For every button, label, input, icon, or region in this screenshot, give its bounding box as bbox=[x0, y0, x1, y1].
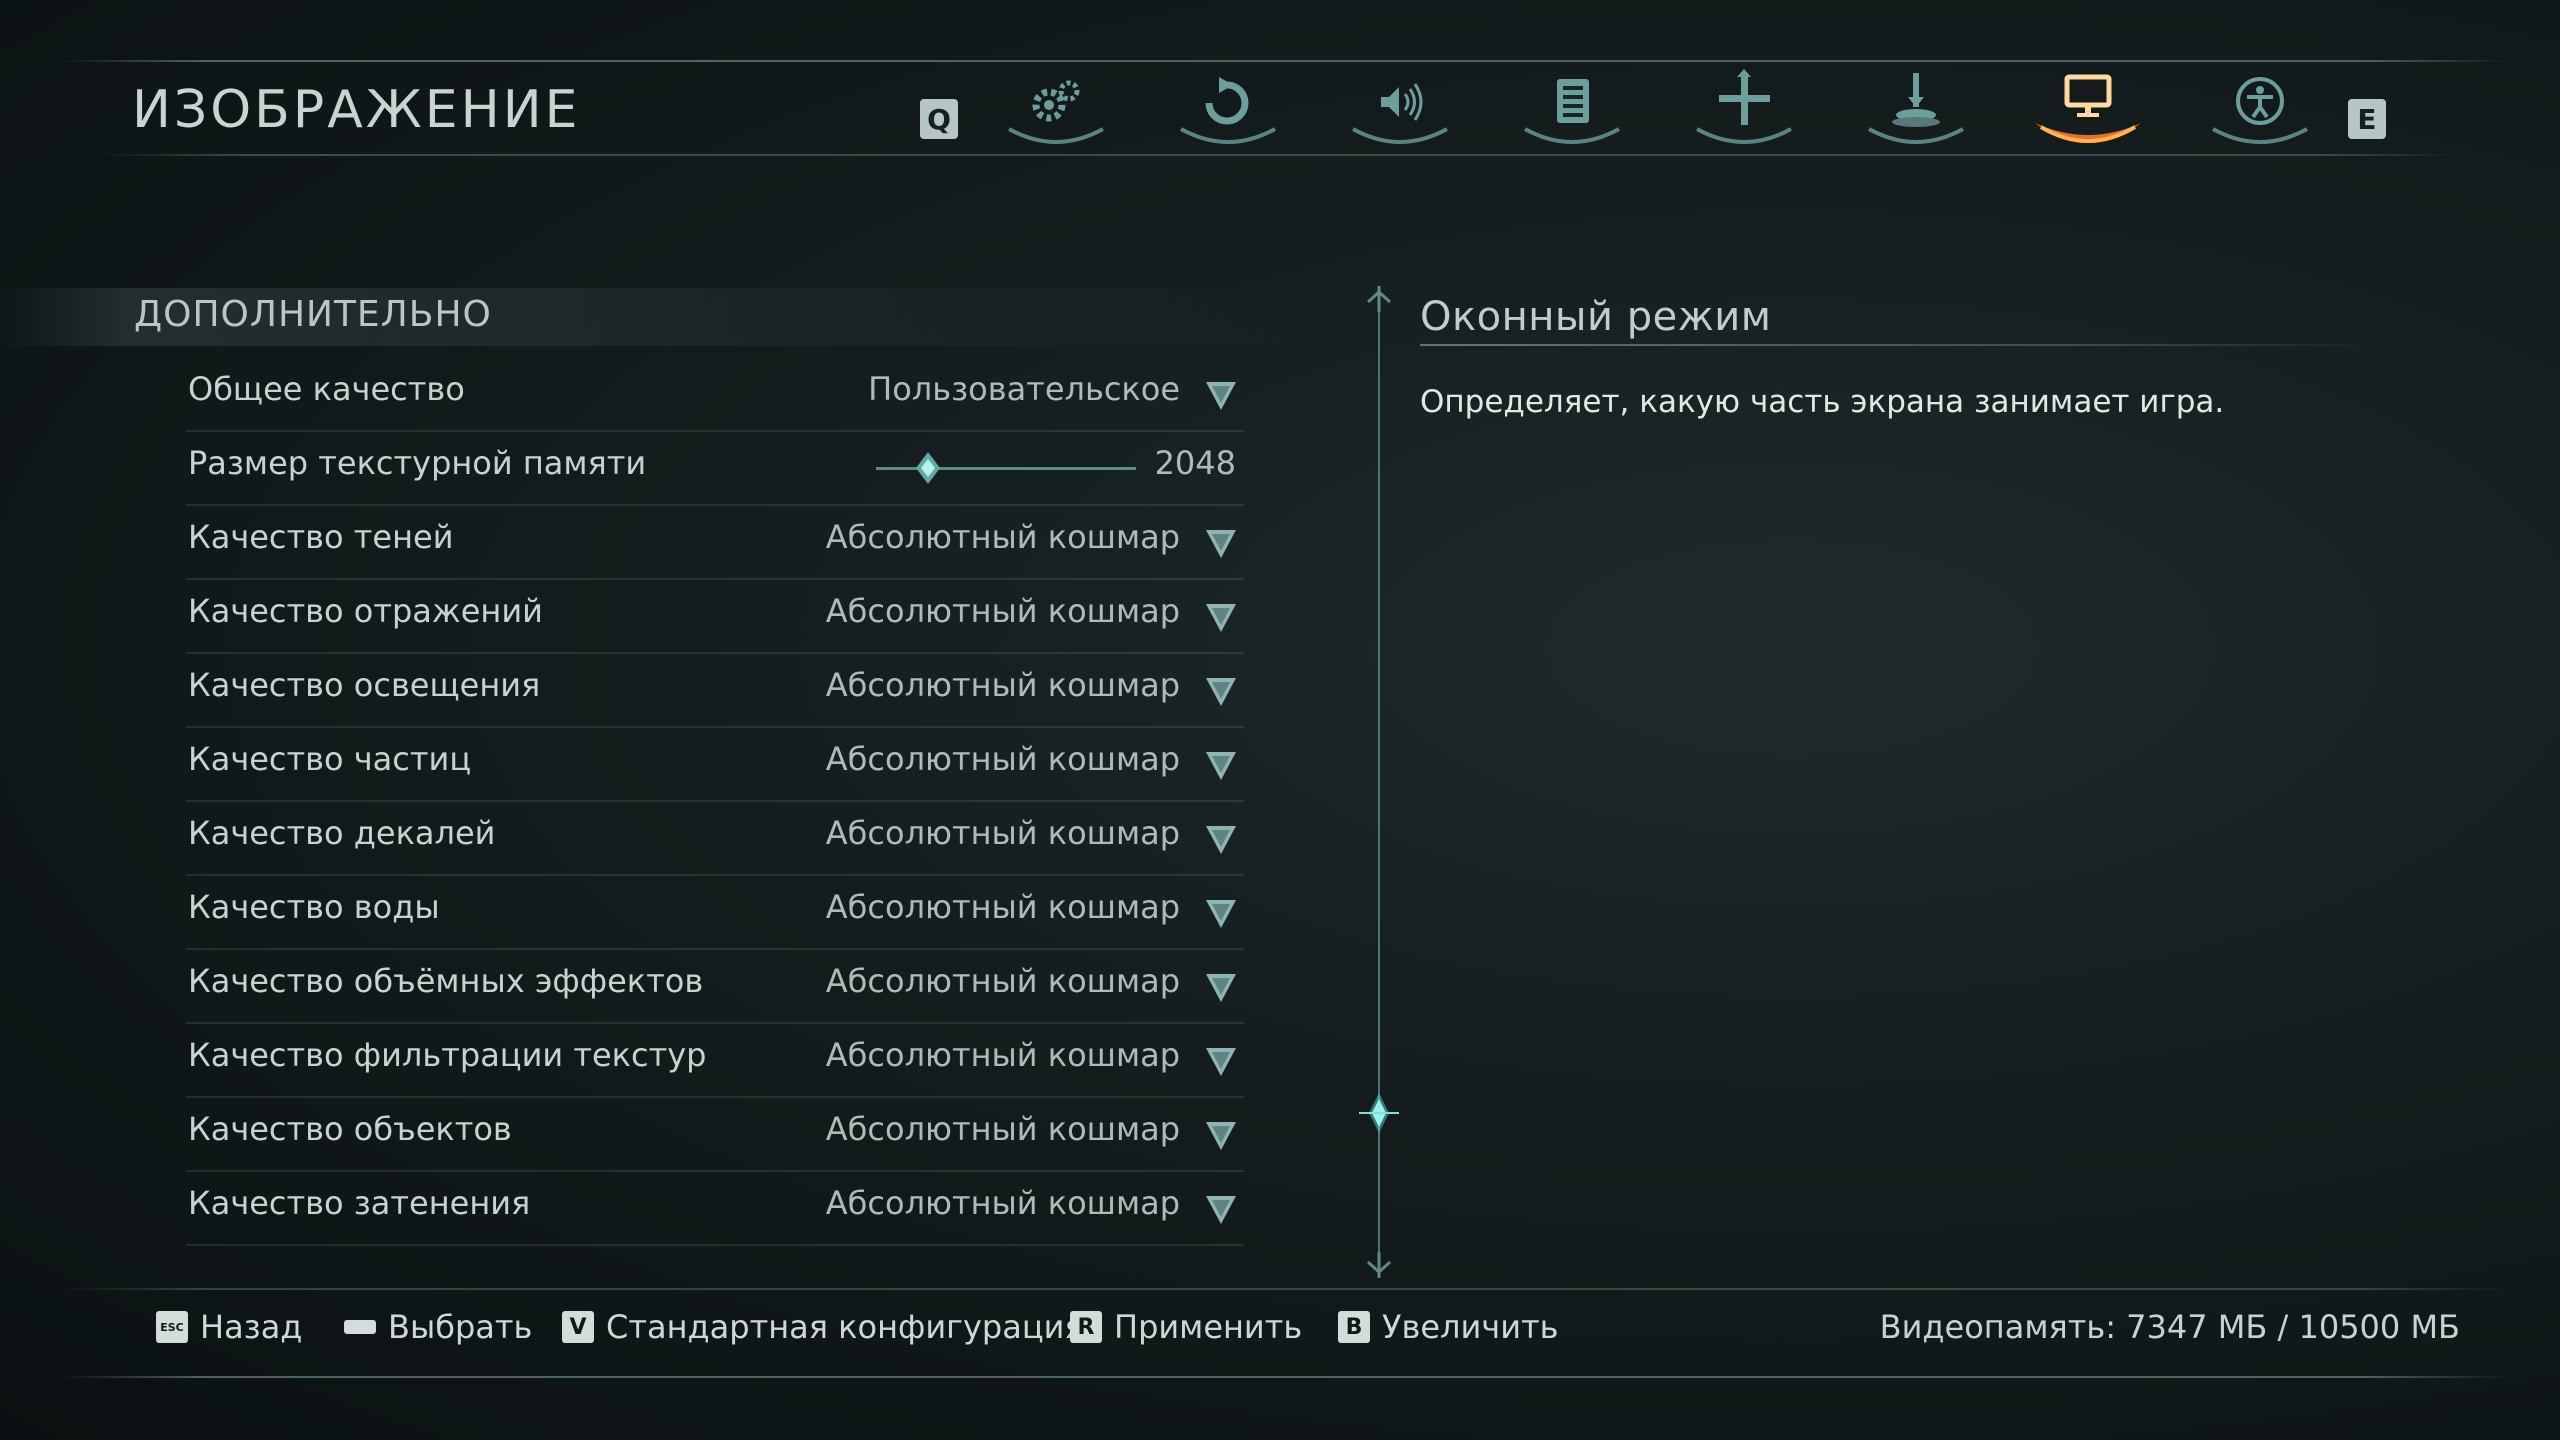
r-key-icon: R bbox=[1070, 1311, 1102, 1343]
dropdown-arrow-icon[interactable] bbox=[1204, 600, 1238, 634]
scroll-top-ornament bbox=[1366, 286, 1392, 312]
setting-value: Абсолютный кошмар bbox=[825, 962, 1180, 1000]
zoom-label: Увеличить bbox=[1382, 1308, 1559, 1346]
tab-display[interactable] bbox=[2022, 62, 2154, 152]
setting-label: Качество объёмных эффектов bbox=[188, 962, 704, 1000]
setting-row[interactable]: Качество отражений Абсолютный кошмар bbox=[186, 578, 1244, 654]
slider-handle[interactable] bbox=[910, 450, 946, 486]
dropdown-arrow-icon[interactable] bbox=[1204, 748, 1238, 782]
prev-tab-key[interactable]: Q bbox=[920, 99, 958, 139]
tab-gamepad[interactable] bbox=[1850, 62, 1982, 152]
setting-label: Качество затенения bbox=[188, 1184, 531, 1222]
select-label: Выбрать bbox=[388, 1308, 533, 1346]
dropdown-arrow-icon[interactable] bbox=[1204, 822, 1238, 856]
setting-value: Абсолютный кошмар bbox=[825, 518, 1180, 556]
header-underline bbox=[100, 154, 2460, 156]
setting-value: Абсолютный кошмар bbox=[825, 740, 1180, 778]
bottom-frame-line bbox=[60, 1376, 2510, 1378]
gears-icon bbox=[1008, 80, 1104, 144]
next-tab-key[interactable]: E bbox=[2348, 99, 2386, 139]
setting-row[interactable]: Размер текстурной памяти 2048 bbox=[186, 430, 1244, 506]
scrollbar-thumb[interactable] bbox=[1357, 1091, 1401, 1135]
description-underline bbox=[1420, 344, 2380, 346]
b-key-icon: B bbox=[1338, 1311, 1370, 1343]
accessibility-icon bbox=[2212, 77, 2308, 144]
setting-row[interactable]: Качество декалей Абсолютный кошмар bbox=[186, 800, 1244, 876]
dropdown-arrow-icon[interactable] bbox=[1204, 378, 1238, 412]
description-text: Определяет, какую часть экрана занимает … bbox=[1420, 384, 2225, 420]
select-button[interactable]: Выбрать bbox=[344, 1308, 532, 1346]
default-config-button[interactable]: V Стандартная конфигурация bbox=[562, 1308, 1084, 1346]
tab-interface[interactable] bbox=[1506, 62, 1638, 152]
setting-label: Качество частиц bbox=[188, 740, 472, 778]
monitor-icon bbox=[2035, 74, 2141, 143]
setting-row[interactable]: Качество объёмных эффектов Абсолютный кош… bbox=[186, 948, 1244, 1024]
v-key-icon: V bbox=[562, 1311, 594, 1343]
setting-value: Абсолютный кошмар bbox=[825, 888, 1180, 926]
apply-button[interactable]: R Применить bbox=[1070, 1308, 1302, 1346]
apply-label: Применить bbox=[1114, 1308, 1303, 1346]
tab-audio[interactable] bbox=[1334, 62, 1466, 152]
dropdown-arrow-icon[interactable] bbox=[1204, 1044, 1238, 1078]
setting-value: Абсолютный кошмар bbox=[825, 1036, 1180, 1074]
joystick-icon bbox=[1868, 73, 1964, 144]
setting-label: Качество фильтрации текстур bbox=[188, 1036, 707, 1074]
setting-row[interactable]: Качество фильтрации текстур Абсолютный ко… bbox=[186, 1022, 1244, 1098]
tab-camera[interactable] bbox=[1162, 62, 1294, 152]
crosshair-icon bbox=[1696, 69, 1792, 144]
camera-rotate-icon bbox=[1180, 77, 1276, 144]
tab-general[interactable] bbox=[990, 62, 1122, 152]
setting-row[interactable]: Качество освещения Абсолютный кошмар bbox=[186, 652, 1244, 728]
setting-value: 2048 bbox=[1154, 444, 1236, 482]
space-key-icon bbox=[344, 1320, 376, 1334]
dropdown-arrow-icon[interactable] bbox=[1204, 970, 1238, 1004]
setting-value: Абсолютный кошмар bbox=[825, 666, 1180, 704]
setting-row[interactable]: Качество воды Абсолютный кошмар bbox=[186, 874, 1244, 950]
setting-row[interactable]: Качество объектов Абсолютный кошмар bbox=[186, 1096, 1244, 1172]
setting-label: Качество отражений bbox=[188, 592, 543, 630]
dropdown-arrow-icon[interactable] bbox=[1204, 1118, 1238, 1152]
esc-key-icon: ESC bbox=[156, 1311, 188, 1343]
dropdown-arrow-icon[interactable] bbox=[1204, 526, 1238, 560]
setting-row[interactable]: Качество затенения Абсолютный кошмар bbox=[186, 1170, 1244, 1246]
setting-label: Качество освещения bbox=[188, 666, 541, 704]
vram-usage: Видеопамять: 7347 МБ / 10500 МБ bbox=[1879, 1308, 2460, 1346]
dropdown-arrow-icon[interactable] bbox=[1204, 1192, 1238, 1226]
list-icon bbox=[1524, 79, 1620, 144]
setting-label: Качество теней bbox=[188, 518, 454, 556]
setting-value: Абсолютный кошмар bbox=[825, 814, 1180, 852]
back-button[interactable]: ESC Назад bbox=[156, 1308, 302, 1346]
default-config-label: Стандартная конфигурация bbox=[606, 1308, 1084, 1346]
tab-accessibility[interactable] bbox=[2194, 62, 2326, 152]
footer-top-line bbox=[60, 1288, 2510, 1290]
setting-label: Качество декалей bbox=[188, 814, 496, 852]
setting-row[interactable]: Качество теней Абсолютный кошмар bbox=[186, 504, 1244, 580]
tab-controls[interactable] bbox=[1678, 62, 1810, 152]
setting-value: Абсолютный кошмар bbox=[825, 592, 1180, 630]
dropdown-arrow-icon[interactable] bbox=[1204, 674, 1238, 708]
setting-label: Общее качество bbox=[188, 370, 465, 408]
setting-row[interactable]: Качество частиц Абсолютный кошмар bbox=[186, 726, 1244, 802]
description-title: Оконный режим bbox=[1420, 294, 1772, 340]
setting-label: Размер текстурной памяти bbox=[188, 444, 647, 482]
setting-value: Абсолютный кошмар bbox=[825, 1110, 1180, 1148]
speaker-icon bbox=[1352, 83, 1448, 144]
page-title: ИЗОБРАЖЕНИЕ bbox=[132, 80, 581, 140]
setting-value: Абсолютный кошмар bbox=[825, 1184, 1180, 1222]
setting-label: Качество воды bbox=[188, 888, 440, 926]
setting-label: Качество объектов bbox=[188, 1110, 512, 1148]
scroll-bottom-ornament bbox=[1366, 1252, 1392, 1278]
setting-value: Пользовательское bbox=[868, 370, 1180, 408]
category-tab-bar: Q E bbox=[910, 62, 2400, 152]
dropdown-arrow-icon[interactable] bbox=[1204, 896, 1238, 930]
section-title: ДОПОЛНИТЕЛЬНО bbox=[134, 294, 492, 335]
back-label: Назад bbox=[200, 1308, 303, 1346]
zoom-button[interactable]: B Увеличить bbox=[1338, 1308, 1559, 1346]
setting-row[interactable]: Общее качество Пользовательское bbox=[186, 356, 1244, 432]
